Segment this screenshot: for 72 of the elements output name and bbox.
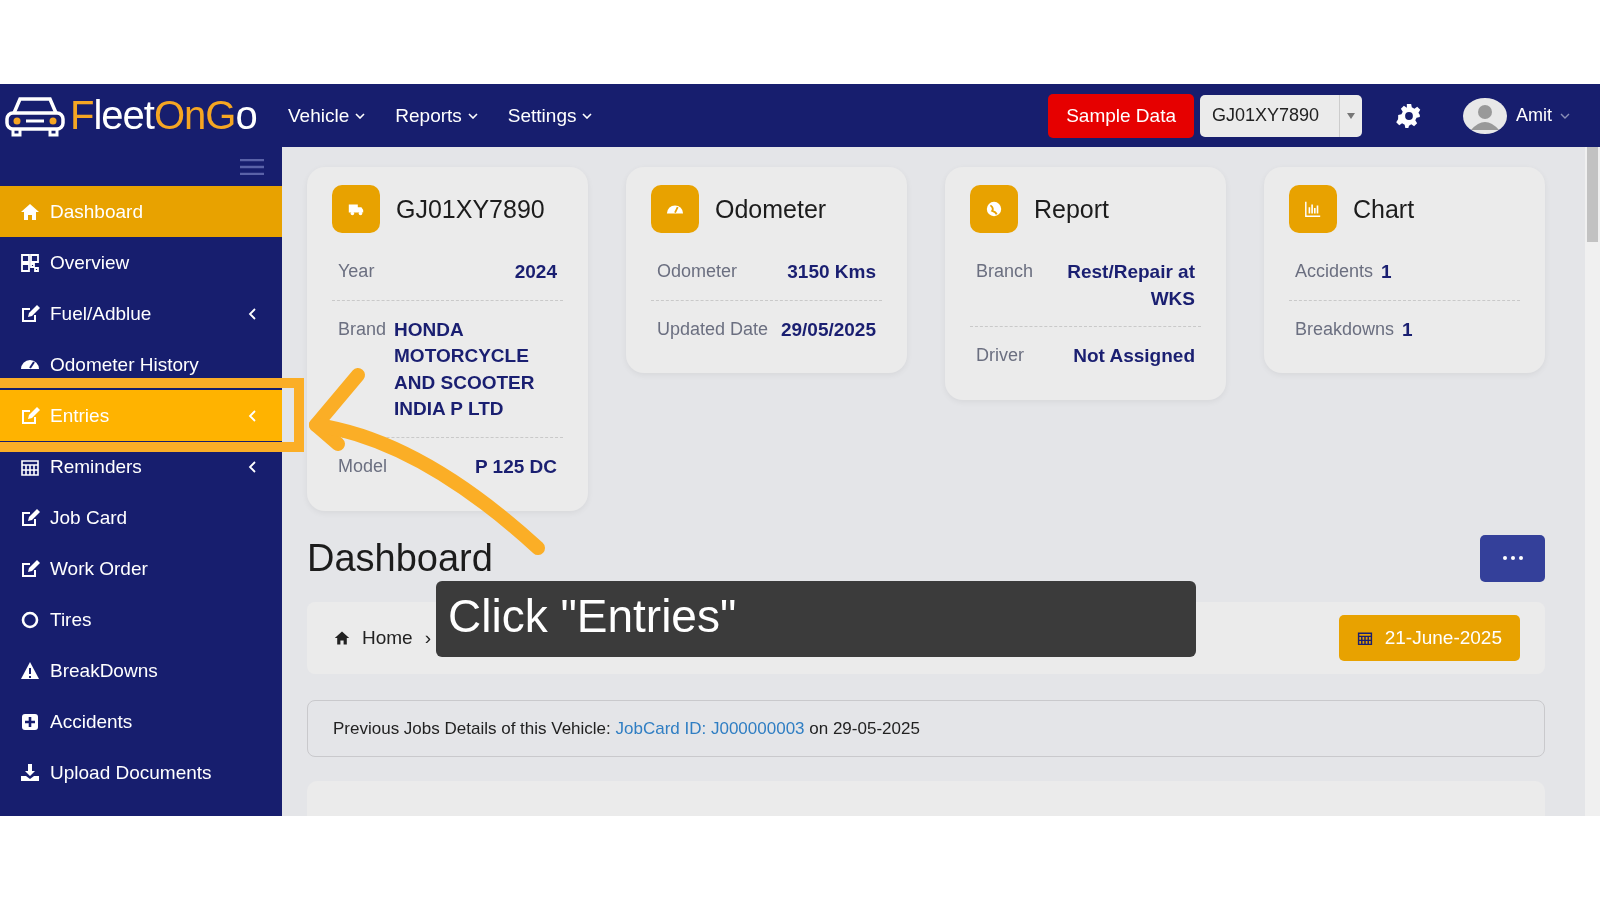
- circle-icon: [20, 609, 40, 630]
- bar-chart-icon: [1289, 185, 1337, 233]
- sidebar-item[interactable]: Reminders: [0, 441, 282, 492]
- truck-icon: [332, 185, 380, 233]
- caret-icon: [467, 112, 478, 119]
- card-title: Odometer: [715, 194, 827, 224]
- sample-data-button[interactable]: Sample Data: [1048, 93, 1194, 138]
- settings-icon[interactable]: [1396, 102, 1422, 129]
- card-title: Chart: [1353, 194, 1415, 224]
- card-title: GJ01XY7890: [396, 194, 545, 224]
- calendar-icon: [1356, 630, 1373, 646]
- field-label: Accidents: [1295, 260, 1374, 283]
- breadcrumb-link[interactable]: Home: [362, 627, 413, 649]
- sidebar-item[interactable]: Odometer History: [0, 339, 282, 390]
- user-name[interactable]: Amit: [1516, 105, 1552, 126]
- brand-logo-text: FleetOnGo: [70, 93, 257, 138]
- user-avatar-icon[interactable]: [1462, 97, 1508, 134]
- vehicle-select[interactable]: GJ01XY7890: [1200, 94, 1362, 137]
- field-value: P 125 DC: [474, 454, 557, 479]
- edit-icon: [20, 405, 40, 426]
- field-value: HONDA MOTORCYCLE AND SCOOTER INDIA P LTD: [394, 317, 536, 422]
- gauge-icon: [20, 359, 40, 370]
- nav-menu[interactable]: Settings: [507, 104, 593, 127]
- sidebar-item[interactable]: Upload Documents: [0, 747, 282, 798]
- more-icon: [1502, 556, 1523, 561]
- edit-icon: [20, 558, 40, 579]
- nav-menu[interactable]: Vehicle: [288, 104, 366, 127]
- card-title: Report: [1034, 194, 1110, 224]
- caret-icon: [582, 112, 593, 119]
- grid-icon: [20, 252, 40, 273]
- sidebar-item[interactable]: Fuel/Adblue: [0, 288, 282, 339]
- sidebar-item[interactable]: Overview: [0, 237, 282, 288]
- field-value: Rest/Repair at WKS: [1066, 260, 1195, 311]
- field-value: 29/05/2025: [780, 317, 876, 342]
- field-label: Driver: [976, 344, 1024, 368]
- field-label: Breakdowns: [1295, 317, 1395, 341]
- scrollbar[interactable]: [1585, 147, 1600, 816]
- edit-icon: [20, 507, 40, 528]
- field-label: Updated Date: [657, 317, 769, 341]
- gauge-icon: [651, 185, 699, 233]
- nav-menu[interactable]: Reports: [395, 104, 478, 127]
- more-options-button[interactable]: [1480, 534, 1545, 582]
- plus-square-icon: [20, 711, 40, 732]
- breadcrumb-separator: ›: [424, 627, 431, 649]
- menu-icon[interactable]: [240, 158, 264, 175]
- notice-text: Previous Jobs Details of this Vehicle: JobCard ID: J000000003 on 29-05-2025: [333, 718, 920, 739]
- field-label: Branch: [976, 260, 1034, 283]
- sidebar-item[interactable]: BreakDowns: [0, 645, 282, 696]
- field-value: Not Assigned: [1073, 344, 1195, 369]
- page-title: Dashboard: [307, 536, 493, 580]
- field-label: Model: [338, 454, 388, 478]
- tutorial-caption: Click "Entries": [436, 581, 1196, 657]
- caret-icon: [1560, 112, 1570, 119]
- dropdown-arrow-icon: [1347, 112, 1355, 119]
- field-value: 1: [1381, 260, 1392, 284]
- field-label: Odometer: [657, 260, 738, 283]
- field-value: 3150 Kms: [787, 260, 876, 284]
- sidebar-item[interactable]: Job Card: [0, 492, 282, 543]
- edit-icon: [20, 303, 40, 324]
- globe-icon: [970, 185, 1018, 233]
- caret-icon: [355, 112, 366, 119]
- sidebar-item[interactable]: Tires: [0, 594, 282, 645]
- field-value: 1: [1402, 317, 1413, 342]
- field-value: 2024: [514, 260, 557, 284]
- field-label: Year: [338, 260, 375, 283]
- sidebar-item[interactable]: Accidents: [0, 696, 282, 747]
- home-icon[interactable]: [334, 630, 350, 646]
- warning-icon: [20, 660, 40, 681]
- download-icon: [20, 762, 40, 783]
- home-icon: [20, 201, 40, 222]
- field-label: Brand: [338, 317, 387, 341]
- sidebar-item[interactable]: Work Order: [0, 543, 282, 594]
